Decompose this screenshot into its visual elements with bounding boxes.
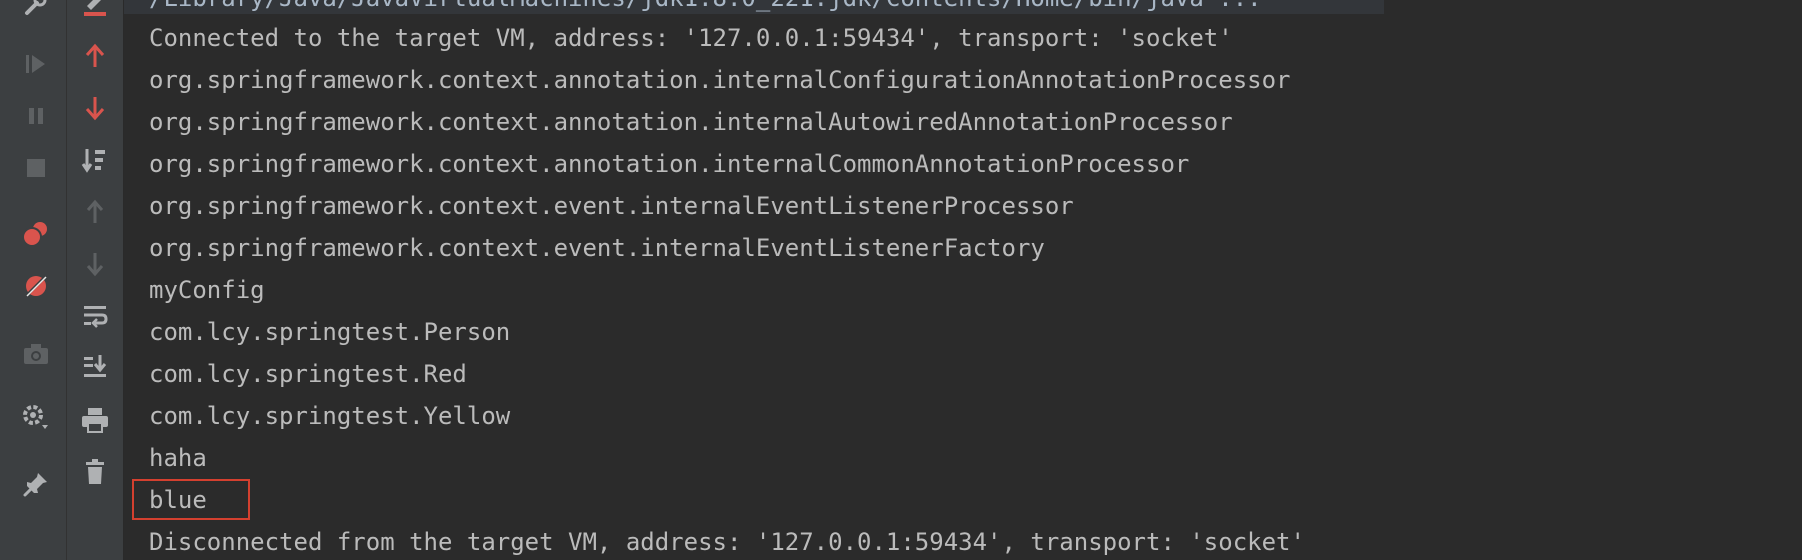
console-line: Connected to the target VM, address: '12… xyxy=(149,24,1233,52)
edit-icon[interactable] xyxy=(75,0,115,22)
settings-icon[interactable] xyxy=(16,400,56,436)
stop-icon[interactable] xyxy=(16,150,56,186)
debug-toolbar xyxy=(0,0,67,560)
console-line: org.springframework.context.annotation.i… xyxy=(149,150,1190,178)
up-arrow-icon[interactable] xyxy=(75,38,115,74)
console-line: org.springframework.context.event.intern… xyxy=(149,192,1074,220)
console-line: org.springframework.context.annotation.i… xyxy=(149,108,1233,136)
console-line: com.lcy.springtest.Red xyxy=(149,360,467,388)
view-breakpoints-icon[interactable] xyxy=(16,216,56,252)
console-line: com.lcy.springtest.Yellow xyxy=(149,402,511,430)
console-line: haha xyxy=(149,444,207,472)
console-line: org.springframework.context.annotation.i… xyxy=(149,66,1291,94)
console-line: Disconnected from the target VM, address… xyxy=(149,528,1305,556)
console-line: myConfig xyxy=(149,276,265,304)
up-arrow-disabled-icon[interactable] xyxy=(75,194,115,230)
console-toolbar xyxy=(67,0,124,560)
console-output[interactable]: /Library/Java/JavaVirtualMachines/jdk1.8… xyxy=(124,0,1802,560)
down-arrow-disabled-icon[interactable] xyxy=(75,246,115,282)
mute-breakpoints-icon[interactable] xyxy=(16,268,56,304)
down-arrow-icon[interactable] xyxy=(75,90,115,126)
resume-icon[interactable] xyxy=(16,46,56,82)
pause-icon[interactable] xyxy=(16,98,56,134)
trash-icon[interactable] xyxy=(75,454,115,490)
camera-icon[interactable] xyxy=(16,336,56,372)
highlight-box xyxy=(132,479,250,520)
wrench-icon[interactable] xyxy=(16,0,56,22)
print-icon[interactable] xyxy=(75,402,115,438)
soft-wrap-icon[interactable] xyxy=(75,298,115,334)
scroll-to-end-icon[interactable] xyxy=(75,348,115,384)
pin-icon[interactable] xyxy=(16,466,56,502)
command-line: /Library/Java/JavaVirtualMachines/jdk1.8… xyxy=(149,0,1262,14)
sort-icon[interactable] xyxy=(75,142,115,178)
console-line: com.lcy.springtest.Person xyxy=(149,318,511,346)
console-line: org.springframework.context.event.intern… xyxy=(149,234,1045,262)
